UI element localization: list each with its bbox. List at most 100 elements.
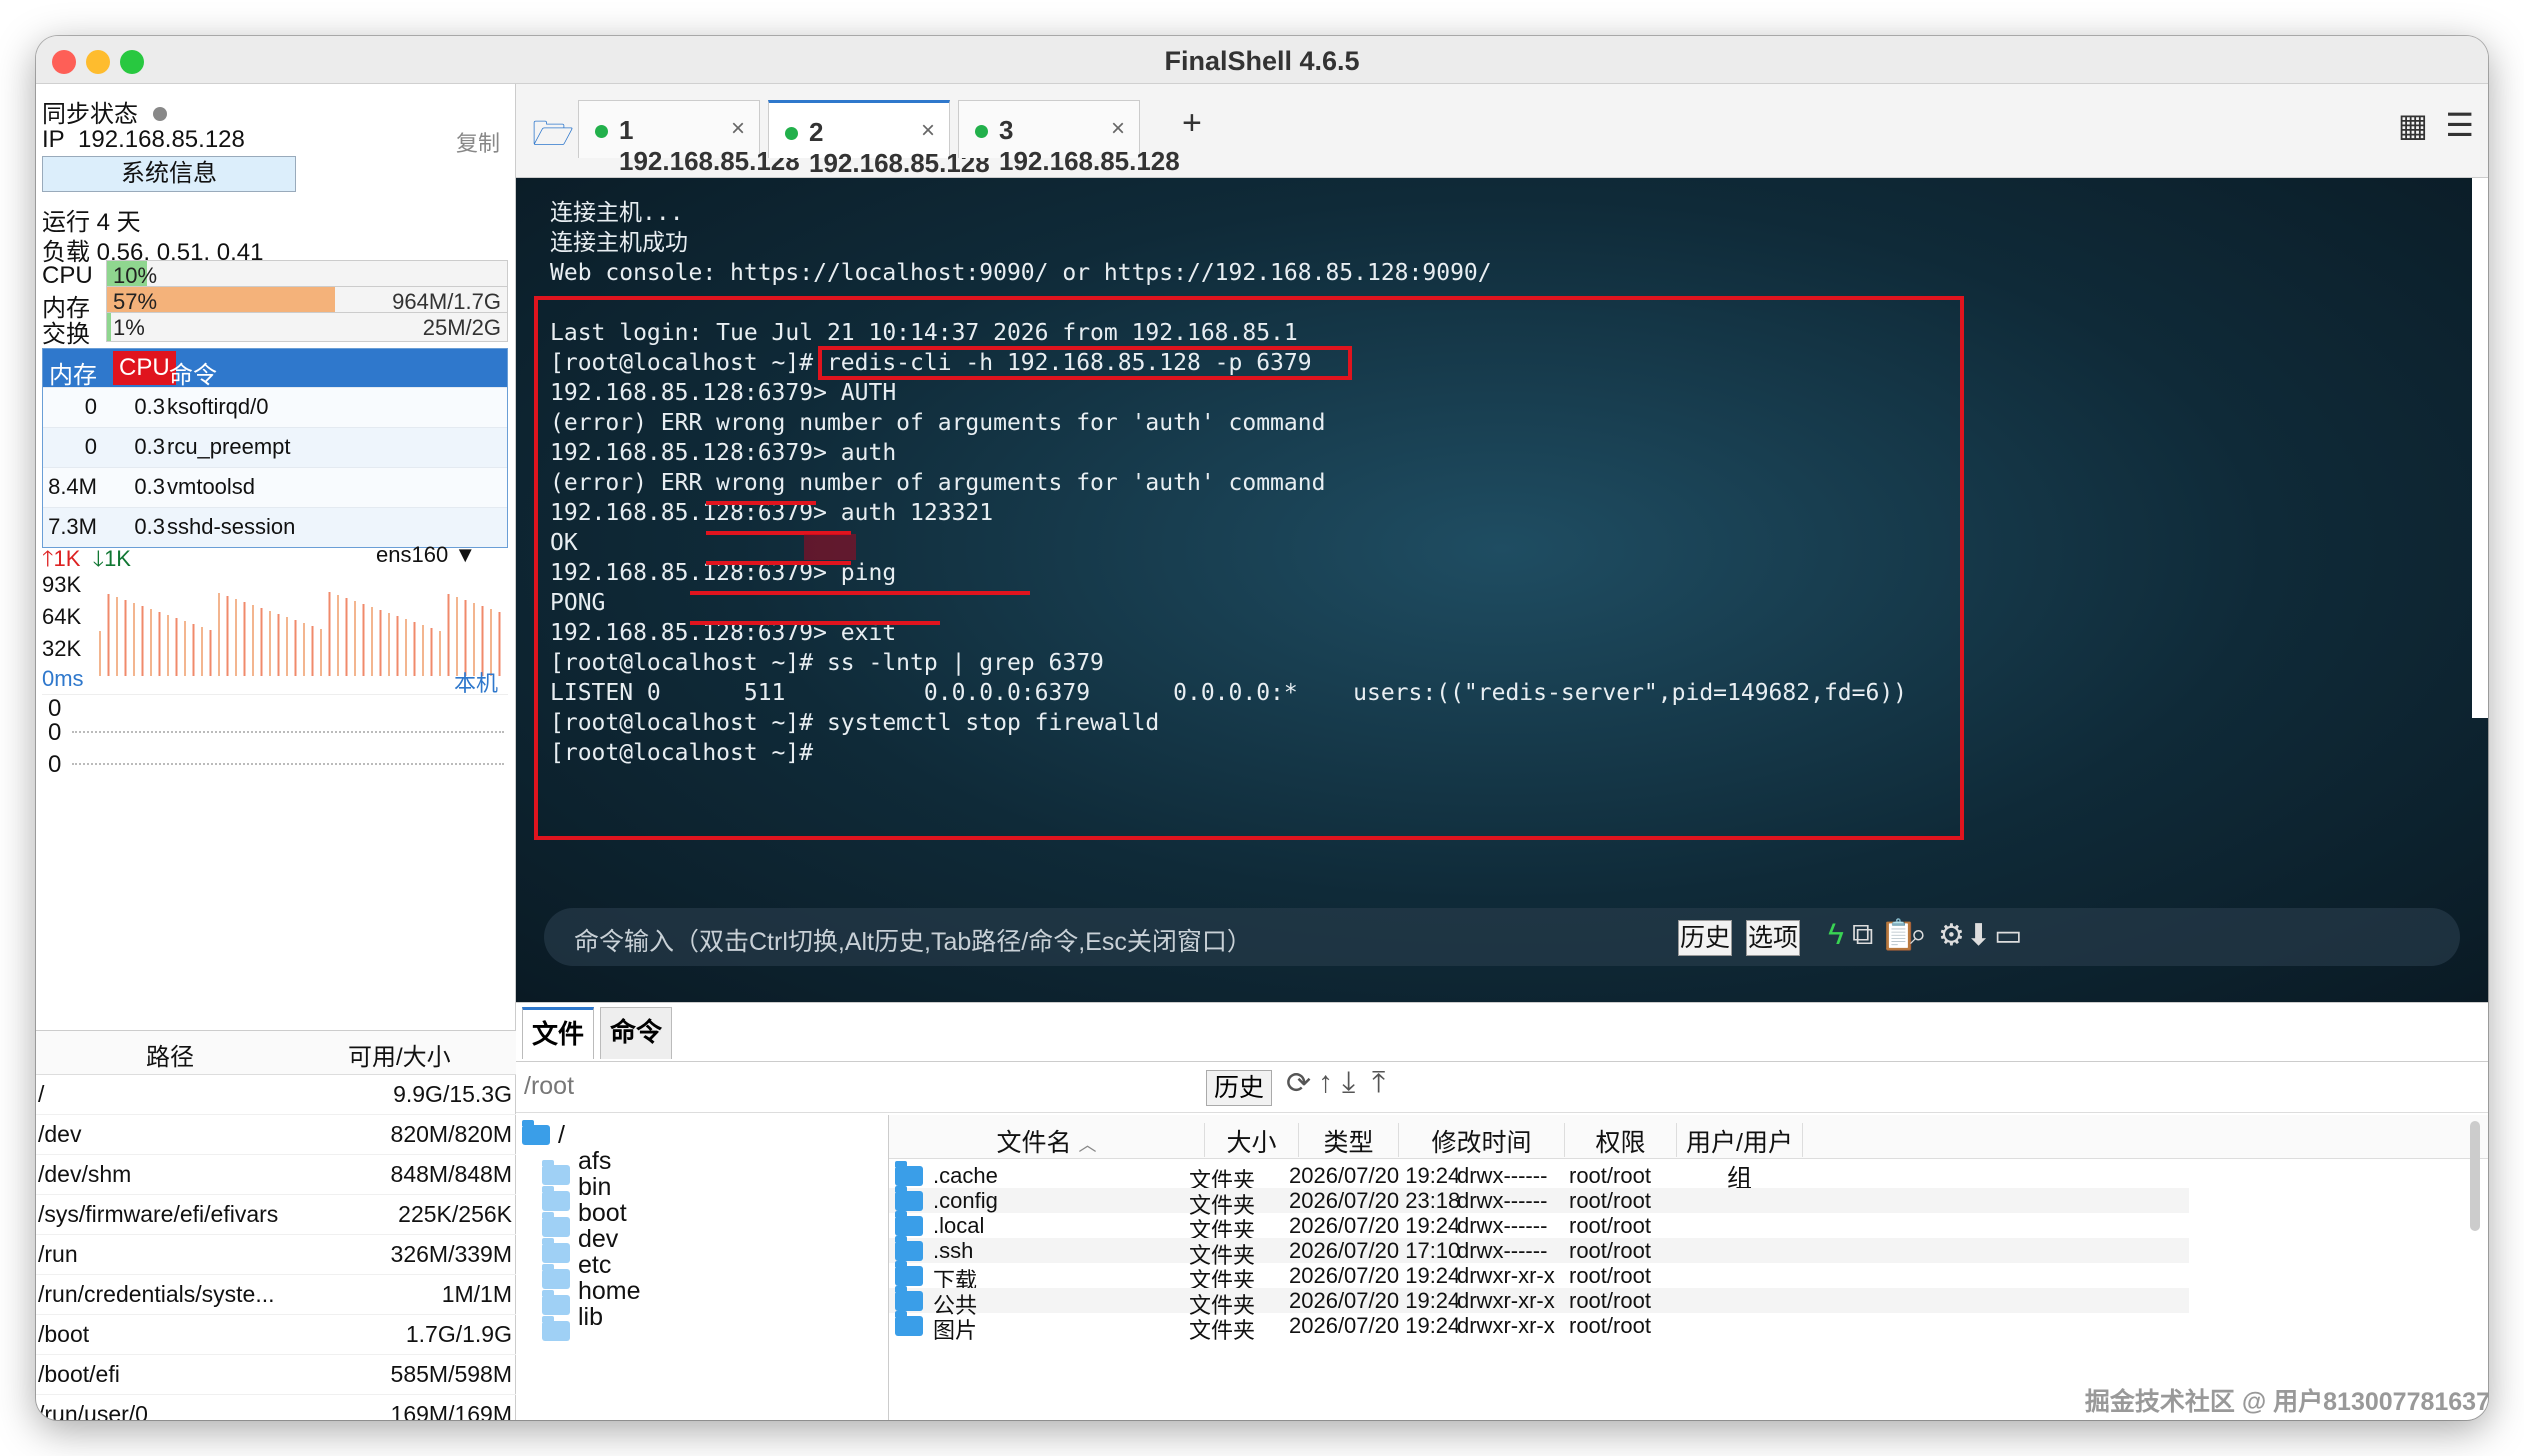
gear-icon[interactable]: ⚙ [1938, 918, 1965, 953]
process-row[interactable]: 7.3M 0.3 sshd-session [43, 507, 507, 547]
proc-cmd: vmtoolsd [167, 474, 256, 499]
underline-mark [706, 501, 816, 505]
file-row[interactable]: 图片 文件夹 2026/07/20 19:24 drwxr-xr-x root/root [889, 1311, 2189, 1343]
history-button[interactable]: 历史 [1678, 920, 1732, 956]
tab-session-2[interactable]: 2 192.168.85.128 × [768, 100, 990, 178]
tree-item[interactable]: home [542, 1277, 641, 1315]
file-row[interactable]: 公共 文件夹 2026/07/20 19:24 drwxr-xr-x root/root [889, 1286, 2189, 1318]
file-row[interactable]: 下载 文件夹 2026/07/20 19:24 drwxr-xr-x root/root [889, 1261, 2189, 1293]
process-row[interactable]: 8.4M 0.3 vmtoolsd [43, 467, 507, 507]
file-row[interactable]: .local 文件夹 2026/07/20 19:24 drwx------ root/… [889, 1211, 2189, 1243]
options-button[interactable]: 选项 [1746, 920, 1800, 956]
proc-cpu: 0.3 [134, 514, 165, 539]
disk-row[interactable]: / 9.9G/15.3G [36, 1075, 516, 1115]
highlight-command-box [818, 346, 1352, 380]
upload-file-icon[interactable]: ⤒ [1372, 1066, 1385, 1100]
tab-files[interactable]: 文件 [522, 1007, 594, 1059]
path-input[interactable]: /root [524, 1072, 574, 1101]
tree-item[interactable]: bin [542, 1173, 611, 1211]
disk-row[interactable]: /run 326M/339M [36, 1235, 516, 1275]
close-tab-icon[interactable]: × [1111, 115, 1125, 143]
open-folder-icon[interactable]: 🗁 [532, 110, 574, 167]
file-owner: root/root [1569, 1213, 1651, 1238]
col-filename-label: 文件名 [996, 1129, 1072, 1157]
download-icon[interactable]: ⬇ [1966, 918, 1991, 953]
tree-item[interactable]: boot [542, 1199, 627, 1237]
col-path[interactable]: 路径 [146, 1037, 194, 1072]
ip-value: 192.168.85.128 [78, 126, 245, 153]
disk-row[interactable]: /run/user/0 169M/169M [36, 1395, 516, 1420]
chevron-down-icon: ▼ [454, 542, 477, 567]
iface-select[interactable]: ens160 ▼ [376, 542, 476, 568]
terminal[interactable]: 连接主机... 连接主机成功 Web console: https://localh… [516, 178, 2488, 1002]
file-row[interactable]: .config 文件夹 2026/07/20 23:18 drwx------ root… [889, 1186, 2189, 1218]
col-type[interactable]: 类型 [1299, 1123, 1399, 1157]
file-perm: drwx------ [1457, 1213, 1548, 1238]
ping-graph: 0 0 0 [42, 694, 508, 794]
disk-row[interactable]: /boot 1.7G/1.9G [36, 1315, 516, 1355]
file-row[interactable]: .cache 文件夹 2026/07/20 19:24 drwx------ root/… [889, 1161, 2189, 1193]
file-mtime: 2026/07/20 19:24 [1289, 1213, 1461, 1238]
tree-item[interactable]: lib [542, 1303, 604, 1341]
col-mem[interactable]: 内存 [49, 355, 97, 390]
proc-cpu: 0.3 [134, 434, 165, 459]
tree-item[interactable]: etc [542, 1251, 611, 1289]
tab-session-3[interactable]: 3 192.168.85.128 × [958, 100, 1180, 176]
disk-row[interactable]: /sys/firmware/efi/efivars 225K/256K [36, 1195, 516, 1235]
file-owner: root/root [1569, 1188, 1651, 1213]
col-cmd[interactable]: 命令 [169, 355, 217, 390]
file-mtime: 2026/07/20 19:24 [1289, 1263, 1461, 1288]
sort-asc-icon: ︿ [1078, 1135, 1097, 1155]
file-row[interactable]: .ssh 文件夹 2026/07/20 17:10 drwx------ root/ro… [889, 1236, 2189, 1268]
command-input-placeholder: 命令输入（双击Ctrl切换,Alt历史,Tab路径/命令,Esc关闭窗口） [574, 928, 1252, 956]
path-history-button[interactable]: 历史 [1206, 1070, 1272, 1106]
tree-item-label: home [578, 1277, 641, 1305]
col-perm[interactable]: 权限 [1565, 1123, 1677, 1157]
download-file-icon[interactable]: ⤓ [1342, 1066, 1355, 1100]
col-owner[interactable]: 用户/用户组 [1677, 1123, 1803, 1193]
window-icon[interactable]: ▭ [1994, 918, 2022, 953]
net-graph-svg [99, 592, 501, 676]
refresh-icon[interactable]: ⟳ [1286, 1066, 1311, 1101]
tree-item[interactable]: afs [542, 1147, 612, 1185]
add-tab-button[interactable]: + [1182, 104, 1202, 143]
col-cpu[interactable]: CPU [113, 351, 176, 385]
up-dir-icon[interactable]: ↑ [1318, 1066, 1333, 1100]
copy-icon[interactable]: ⧉ [1852, 918, 1873, 952]
col-size[interactable]: 可用/大小 [348, 1037, 451, 1072]
lightning-icon[interactable]: ϟ [1828, 918, 1844, 952]
menu-icon[interactable]: ☰ [2445, 106, 2474, 144]
col-filename[interactable]: 文件名 ︿ [889, 1123, 1205, 1157]
tab-session-1[interactable]: 1 192.168.85.128 × [578, 100, 800, 176]
sysinfo-button[interactable]: 系统信息 [42, 156, 296, 192]
copy-ip-link[interactable]: 复制 [456, 126, 500, 158]
grid-view-icon[interactable]: ▦ [2398, 106, 2428, 144]
net-y-label: 93K [42, 572, 82, 597]
connected-dot-icon [975, 125, 988, 138]
file-list-scrollbar[interactable] [2470, 1121, 2480, 1231]
disk-path: /boot/efi [38, 1361, 120, 1387]
disk-table: 路径 可用/大小 / 9.9G/15.3G/dev 820M/820M/dev/sh… [36, 1030, 516, 1420]
search-icon[interactable]: ⌕ [1910, 918, 1927, 952]
disk-path: /dev [38, 1121, 82, 1147]
tree-item-label: lib [578, 1303, 604, 1331]
proc-mem: 0 [84, 394, 97, 419]
close-tab-icon[interactable]: × [921, 117, 935, 145]
close-tab-icon[interactable]: × [731, 115, 745, 143]
process-row[interactable]: 0 0.3 rcu_preempt [43, 427, 507, 467]
disk-row[interactable]: /boot/efi 585M/598M [36, 1355, 516, 1395]
col-size[interactable]: 大小 [1205, 1123, 1299, 1157]
command-input-bar[interactable]: 命令输入（双击Ctrl切换,Alt历史,Tab路径/命令,Esc关闭窗口） 历史… [544, 908, 2460, 966]
terminal-scrollbar[interactable] [2472, 178, 2488, 718]
swap-label: 交换 [42, 321, 90, 348]
disk-row[interactable]: /dev/shm 848M/848M [36, 1155, 516, 1195]
tree-item[interactable]: / [522, 1120, 565, 1150]
tree-item[interactable]: dev [542, 1225, 618, 1263]
disk-row[interactable]: /dev 820M/820M [36, 1115, 516, 1155]
swap-detail: 25M/2G [422, 315, 501, 340]
tree-item-label: afs [578, 1147, 612, 1175]
disk-row[interactable]: /run/credentials/syste... 1M/1M [36, 1275, 516, 1315]
tab-commands[interactable]: 命令 [600, 1007, 672, 1059]
col-mtime[interactable]: 修改时间 [1399, 1123, 1565, 1157]
process-row[interactable]: 0 0.3 ksoftirqd/0 [43, 387, 507, 427]
